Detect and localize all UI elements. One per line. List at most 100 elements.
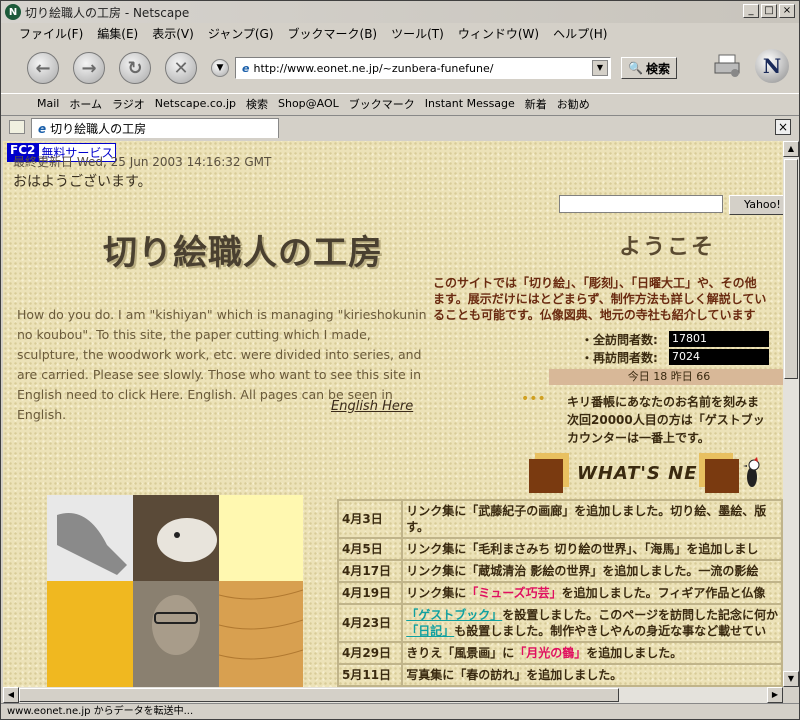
magnifier-icon: 🔍 bbox=[628, 61, 643, 75]
guestbook-link[interactable]: 「ゲストブック」 bbox=[406, 608, 502, 622]
bookmark-instant-message[interactable]: Instant Message bbox=[425, 97, 515, 110]
news-link[interactable]: 「月光の鶴」 bbox=[514, 646, 586, 660]
news-date: 4月5日 bbox=[336, 537, 404, 561]
news-row: 4月5日 リンク集に「毛利まさみち 切り絵の世界」、「海馬」を追加しまし bbox=[336, 537, 783, 561]
tab-label: 切り絵職人の工房 bbox=[50, 122, 147, 136]
menu-bar: ファイル(F) 編集(E) 表示(V) ジャンプ(G) ブックマーク(B) ツー… bbox=[1, 23, 799, 43]
stop-button[interactable]: ✕ bbox=[165, 52, 197, 84]
menu-edit[interactable]: 編集(E) bbox=[97, 25, 138, 42]
japanese-intro: このサイトでは「切り絵」、「彫刻」、「日曜大工」や、その他 ます。展示だけにはと… bbox=[433, 275, 783, 323]
menu-help[interactable]: ヘルプ(H) bbox=[553, 25, 607, 42]
close-tab-button[interactable]: × bbox=[775, 119, 791, 135]
horizontal-scroll-thumb[interactable] bbox=[19, 688, 619, 702]
print-icon[interactable] bbox=[713, 53, 743, 77]
reload-icon: ↻ bbox=[127, 57, 143, 79]
counter-total-value: 17801 bbox=[669, 331, 769, 347]
bookmark-mail[interactable]: Mail bbox=[37, 97, 59, 110]
bookmark-home[interactable]: ホーム bbox=[69, 96, 102, 112]
menu-go[interactable]: ジャンプ(G) bbox=[208, 25, 274, 42]
vertical-scrollbar[interactable]: ▲ ▼ bbox=[783, 141, 799, 687]
counter-repeat-value: 7024 bbox=[669, 349, 769, 365]
url-field[interactable]: e http://www.eonet.ne.jp/~zunbera-funefu… bbox=[235, 57, 611, 79]
scroll-right-button[interactable]: ▶ bbox=[767, 687, 783, 703]
history-dropdown[interactable]: ▼ bbox=[211, 59, 229, 77]
bookmark-recommended[interactable]: お勧め bbox=[557, 96, 590, 112]
intro-line: ることも可能です。仏像図典、地元の寺社も紹介しています bbox=[433, 308, 756, 322]
netscape-app-icon: N bbox=[5, 4, 21, 20]
news-text-prefix: きりえ「風景画」に bbox=[406, 646, 515, 660]
scroll-left-button[interactable]: ◀ bbox=[3, 687, 19, 703]
maximize-button[interactable]: □ bbox=[761, 4, 777, 18]
welcome-heading: ようこそ bbox=[619, 234, 716, 260]
news-text: きりえ「風景画」に「月光の鶴」を追加しました。 bbox=[401, 641, 783, 665]
forward-button[interactable]: → bbox=[73, 52, 105, 84]
news-text: リンク集に「蔵城清治 影絵の世界」を追加しました。一流の影絵 bbox=[401, 559, 783, 583]
kiriban-line[interactable]: 次回20000人目の方は「ゲストブッ bbox=[567, 411, 765, 429]
search-input[interactable] bbox=[559, 195, 723, 213]
bookmark-netscape[interactable]: Netscape.co.jp bbox=[155, 97, 236, 110]
news-text: リンク集に「毛利まさみち 切り絵の世界」、「海馬」を追加しまし bbox=[401, 537, 783, 561]
browser-window: N 切り絵職人の工房 - Netscape _ □ × ファイル(F) 編集(E… bbox=[0, 0, 800, 720]
news-row: 4月29日 きりえ「風景画」に「月光の鶴」を追加しました。 bbox=[336, 641, 783, 665]
news-date: 5月11日 bbox=[336, 663, 404, 687]
netscape-logo[interactable]: N bbox=[755, 49, 789, 83]
bookmark-folder[interactable]: ブックマーク bbox=[349, 96, 415, 112]
menu-window[interactable]: ウィンドウ(W) bbox=[458, 25, 539, 42]
stop-icon: ✕ bbox=[173, 57, 189, 79]
bookmark-toolbar: Mail ホーム ラジオ Netscape.co.jp 検索 Shop@AOL … bbox=[1, 93, 799, 113]
title-bar: N 切り絵職人の工房 - Netscape _ □ × bbox=[1, 1, 799, 23]
news-text: リンク集に「武藤紀子の画廊」を追加しました。切り絵、墨絵、版 す。 bbox=[401, 499, 783, 539]
news-date: 4月29日 bbox=[336, 641, 404, 665]
scroll-down-button[interactable]: ▼ bbox=[783, 671, 799, 687]
search-button-label: 検索 bbox=[645, 61, 670, 76]
news-date: 4月17日 bbox=[336, 559, 404, 583]
whats-new-deco-left bbox=[529, 459, 563, 493]
greeting: おはようございます。 bbox=[13, 174, 152, 190]
intro-line: このサイトでは「切り絵」、「彫刻」、「日曜大工」や、その他 bbox=[433, 276, 757, 290]
minimize-button[interactable]: _ bbox=[743, 4, 759, 18]
scroll-up-button[interactable]: ▲ bbox=[783, 141, 799, 157]
site-logo: 切り絵職人の工房 bbox=[103, 233, 383, 273]
kiriban-notice: キリ番帳にあなたのお名前を刻みま 次回20000人目の方は「ゲストブッ カウンタ… bbox=[567, 393, 765, 447]
vertical-scroll-thumb[interactable] bbox=[784, 159, 798, 379]
search-button[interactable]: 🔍 検索 bbox=[621, 57, 677, 79]
menu-view[interactable]: 表示(V) bbox=[152, 25, 194, 42]
menu-bookmarks[interactable]: ブックマーク(B) bbox=[288, 25, 378, 42]
menu-tools[interactable]: ツール(T) bbox=[391, 25, 444, 42]
url-dropdown-button[interactable]: ▼ bbox=[592, 60, 608, 76]
forward-arrow-icon: → bbox=[81, 57, 97, 79]
reload-button[interactable]: ↻ bbox=[119, 52, 151, 84]
news-row: 5月11日 写真集に「春の訪れ」を追加しました。 bbox=[336, 663, 783, 687]
whats-new-deco-right bbox=[705, 459, 739, 493]
news-link[interactable]: 「ミューズ巧芸」 bbox=[466, 586, 561, 600]
bookmark-shop-aol[interactable]: Shop@AOL bbox=[278, 97, 339, 110]
new-tab-icon[interactable] bbox=[9, 120, 25, 134]
close-button[interactable]: × bbox=[779, 4, 795, 18]
page-content: FC2 無料サービス 最終更新日 Wed, 25 Jun 2003 14:16:… bbox=[3, 141, 783, 687]
horizontal-scrollbar[interactable]: ◀ ▶ bbox=[3, 687, 783, 703]
tab-active[interactable]: e 切り絵職人の工房 bbox=[31, 118, 279, 138]
news-text-suffix: も設置しました。制作やきしやんの身近な事など載せてい bbox=[454, 624, 767, 638]
menu-file[interactable]: ファイル(F) bbox=[19, 25, 83, 42]
back-button[interactable]: ← bbox=[27, 52, 59, 84]
english-here-link[interactable]: English Here bbox=[331, 399, 413, 414]
bookmark-search[interactable]: 検索 bbox=[246, 96, 268, 112]
news-text: 写真集に「春の訪れ」を追加しました。 bbox=[401, 663, 783, 687]
bookmark-radio[interactable]: ラジオ bbox=[112, 96, 145, 112]
last-updated: 最終更新日 Wed, 25 Jun 2003 14:16:32 GMT bbox=[13, 155, 272, 169]
dots-decoration: ••• bbox=[521, 391, 546, 407]
news-date: 4月3日 bbox=[336, 499, 404, 539]
news-table: 4月3日 リンク集に「武藤紀子の画廊」を追加しました。切り絵、墨絵、版 す。 4月… bbox=[336, 499, 783, 687]
tab-bar: e 切り絵職人の工房 × bbox=[1, 115, 799, 139]
news-text: 「ゲストブック」を設置しました。このページを訪問した記念に何か 「日記」も設置しま… bbox=[401, 603, 783, 643]
window-title: 切り絵職人の工房 - Netscape bbox=[25, 5, 190, 20]
bookmark-new[interactable]: 新着 bbox=[525, 96, 547, 112]
counter-repeat-label: ・再訪問者数: bbox=[581, 351, 658, 365]
collage-photo bbox=[47, 495, 303, 687]
counter-total-label: ・全訪問者数: bbox=[581, 333, 658, 347]
tab-page-icon: e bbox=[38, 121, 47, 136]
yahoo-search-button[interactable]: Yahoo! bbox=[729, 195, 783, 215]
news-text-suffix: を追加しました。フィギア作品と仏像 bbox=[561, 586, 766, 600]
diary-link[interactable]: 「日記」 bbox=[406, 624, 454, 638]
woodpecker-icon bbox=[743, 457, 760, 487]
